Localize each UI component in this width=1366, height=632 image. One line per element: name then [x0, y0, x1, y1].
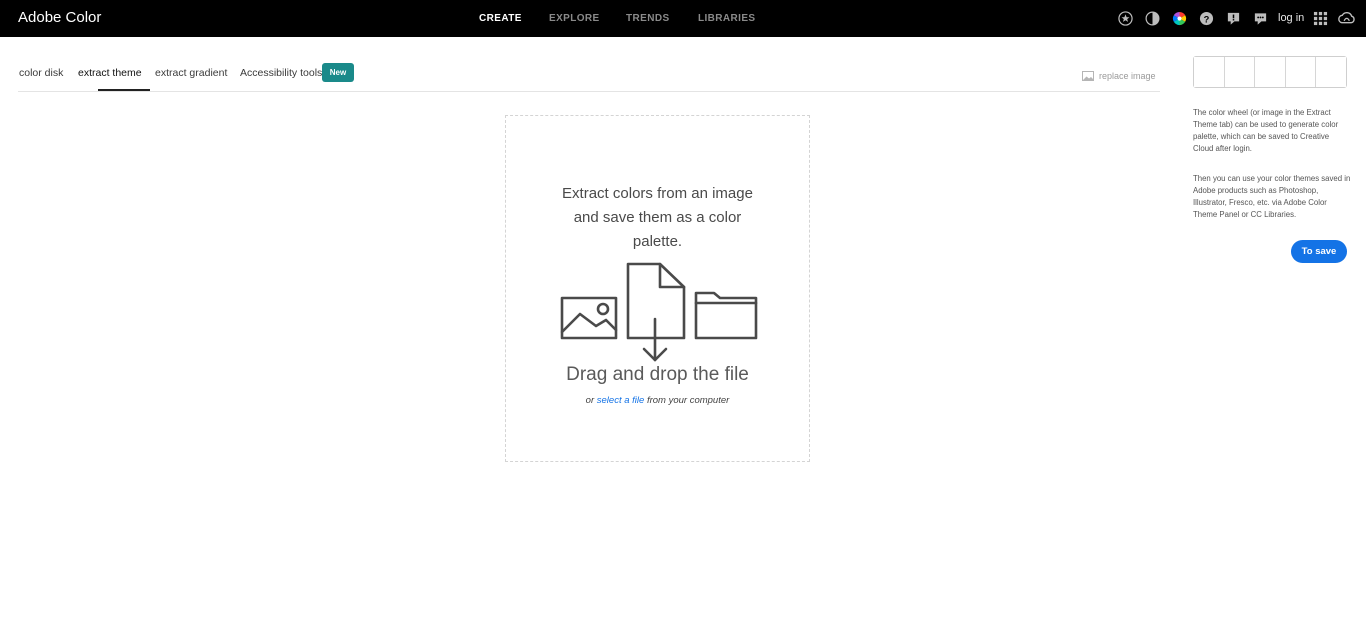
- color-wheel-icon[interactable]: [1172, 11, 1187, 26]
- creative-cloud-icon[interactable]: [1337, 11, 1356, 26]
- replace-image-label: replace image: [1099, 71, 1156, 81]
- new-badge: New: [322, 63, 354, 82]
- swatch-2[interactable]: [1224, 57, 1256, 87]
- dropzone-instructions: Extract colors from an image and save th…: [506, 182, 809, 254]
- swatch-4[interactable]: [1285, 57, 1317, 87]
- dropzone-line-1: Extract colors from an image: [562, 185, 753, 202]
- drag-drop-heading: Drag and drop the file: [566, 364, 749, 385]
- nav-trends[interactable]: TRENDS: [626, 13, 670, 24]
- replace-image-button[interactable]: replace image: [1082, 71, 1156, 81]
- login-link[interactable]: log in: [1278, 12, 1304, 24]
- tab-accessibility-tools[interactable]: Accessibility tools: [240, 67, 322, 79]
- top-bar: Adobe Color CREATE EXPLORE TRENDS LIBRAR…: [0, 0, 1366, 37]
- select-file-text: or select a file from your computer: [506, 395, 809, 406]
- help-icon[interactable]: ?: [1199, 11, 1214, 26]
- svg-text:?: ?: [1204, 14, 1210, 24]
- nav-explore[interactable]: EXPLORE: [549, 13, 600, 24]
- info-text-1: The color wheel (or image in the Extract…: [1193, 108, 1339, 153]
- image-icon: [1082, 71, 1094, 81]
- contrast-icon[interactable]: [1145, 11, 1160, 26]
- upload-illustration: [560, 262, 758, 362]
- tab-extract-theme[interactable]: extract theme: [78, 67, 142, 79]
- dropzone-line-3: palette.: [632, 233, 683, 250]
- feedback-icon[interactable]: [1226, 11, 1241, 26]
- info-text-2: Then you can use your color themes saved…: [1193, 174, 1351, 219]
- swatch-1[interactable]: [1194, 57, 1225, 87]
- chat-icon[interactable]: [1253, 11, 1268, 26]
- image-icon: [560, 296, 618, 340]
- select-file-suffix: from your computer: [646, 395, 730, 406]
- document-download-icon: [626, 262, 686, 362]
- app-title[interactable]: Adobe Color: [18, 9, 101, 26]
- select-file-prefix: or: [585, 395, 595, 406]
- folder-icon: [694, 291, 758, 340]
- save-button[interactable]: To save: [1291, 240, 1347, 263]
- swatch-5[interactable]: [1316, 57, 1346, 87]
- tab-extract-gradient[interactable]: extract gradient: [155, 67, 227, 79]
- star-icon[interactable]: [1118, 11, 1133, 26]
- apps-grid-icon[interactable]: [1313, 11, 1328, 26]
- dropzone-line-2: and save them as a color: [573, 209, 742, 226]
- tab-color-disk[interactable]: color disk: [19, 67, 63, 79]
- select-file-link[interactable]: select a file: [597, 395, 645, 406]
- nav-create[interactable]: CREATE: [479, 13, 522, 24]
- nav-libraries[interactable]: LIBRARIES: [698, 13, 756, 24]
- file-drop-zone[interactable]: Extract colors from an image and save th…: [505, 115, 810, 462]
- tabs-divider: [18, 91, 1160, 92]
- color-swatches: [1193, 56, 1347, 88]
- swatch-3[interactable]: [1255, 57, 1286, 87]
